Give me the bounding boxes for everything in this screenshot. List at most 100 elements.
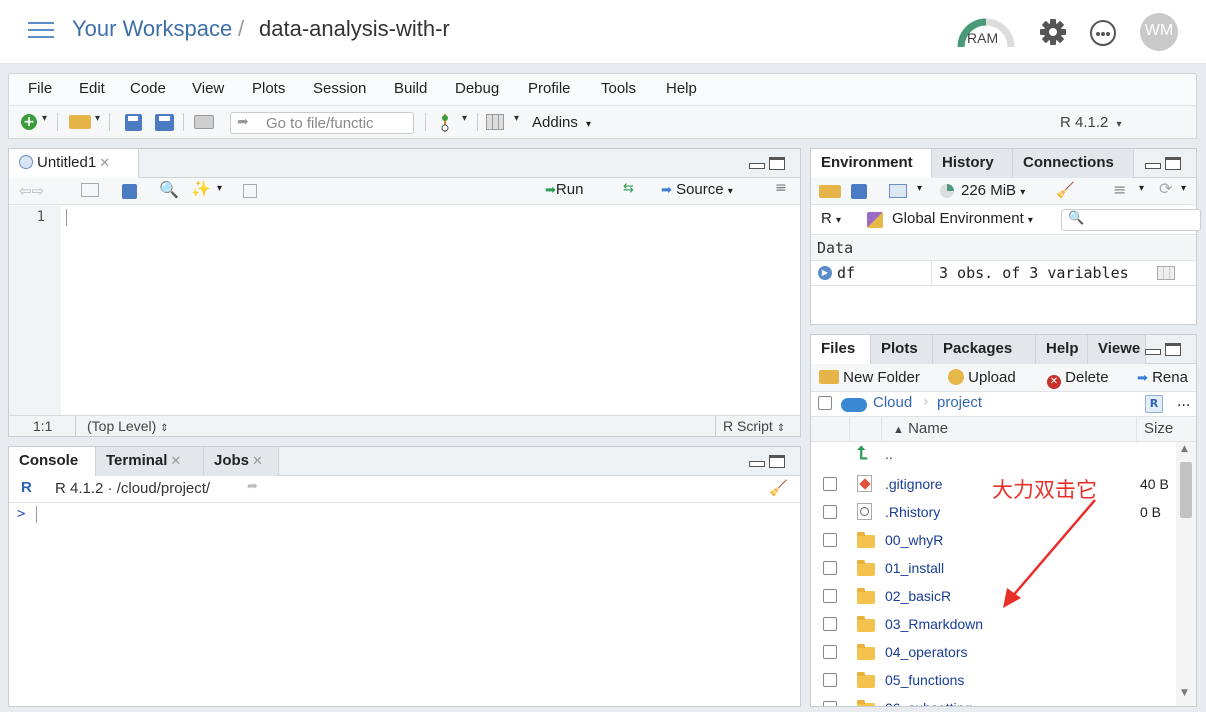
file-checkbox[interactable]	[823, 533, 837, 547]
load-workspace-icon[interactable]	[819, 185, 841, 198]
file-checkbox[interactable]	[823, 589, 837, 603]
tab-plots[interactable]: Plots	[871, 335, 933, 364]
scroll-up-icon[interactable]: ▲	[1181, 444, 1188, 454]
file-row[interactable]: 06_subsetting	[811, 694, 1176, 706]
addins-menu[interactable]: Addins ▾	[532, 114, 591, 131]
code-area[interactable]	[61, 206, 800, 416]
menu-help[interactable]: Help	[666, 80, 697, 97]
console-minmax-icon[interactable]	[749, 455, 785, 469]
close-tab-icon[interactable]: ✕	[170, 453, 181, 468]
tab-viewer[interactable]: Viewe	[1088, 335, 1146, 364]
environment-selector[interactable]: Global Environment ▾	[892, 210, 1033, 227]
menu-debug[interactable]: Debug	[455, 80, 499, 97]
git-dropdown-icon[interactable]: ▾	[462, 113, 467, 124]
tab-console[interactable]: Console	[9, 447, 96, 477]
file-name[interactable]: 04_operators	[885, 644, 968, 660]
run-button[interactable]: ➡Run	[545, 181, 583, 198]
file-name[interactable]: 00_whyR	[885, 532, 943, 548]
goto-file-input[interactable]: ➦ Go to file/functic	[230, 112, 414, 134]
file-type-selector[interactable]: R Script ⇕	[723, 418, 785, 434]
more-options-icon[interactable]	[1090, 20, 1116, 46]
new-folder-button[interactable]: New Folder	[819, 369, 920, 386]
refresh-dropdown-icon[interactable]: ▾	[1181, 183, 1186, 194]
outline-icon[interactable]	[243, 184, 257, 198]
memory-usage[interactable]: 226 MiB ▾	[961, 182, 1025, 199]
file-name[interactable]: 05_functions	[885, 672, 964, 688]
env-variable-row[interactable]: ▶ df 3 obs. of 3 variables	[811, 261, 1196, 286]
close-tab-icon[interactable]: ✕	[252, 453, 263, 468]
menu-tools[interactable]: Tools	[601, 80, 636, 97]
files-minmax-icon[interactable]	[1145, 343, 1181, 357]
expand-variable-icon[interactable]: ▶	[818, 266, 832, 280]
file-name[interactable]: .Rhistory	[885, 504, 940, 520]
menu-session[interactable]: Session	[313, 80, 366, 97]
scope-selector[interactable]: (Top Level) ⇕	[87, 418, 169, 434]
user-avatar[interactable]: WM	[1140, 13, 1178, 51]
menu-view[interactable]: View	[192, 80, 224, 97]
broom-clear-icon[interactable]: 🧹	[1056, 181, 1075, 199]
r-version-menu[interactable]: R 4.1.2 ▾	[1060, 114, 1122, 131]
file-checkbox[interactable]	[823, 645, 837, 659]
new-file-dropdown-icon[interactable]: ▾	[42, 113, 47, 124]
file-checkbox[interactable]	[823, 561, 837, 575]
grid-dropdown-icon[interactable]: ▾	[514, 113, 519, 124]
tab-files[interactable]: Files	[811, 335, 871, 365]
breadcrumb-cloud[interactable]: Cloud	[873, 394, 912, 411]
console-output[interactable]: >	[9, 504, 800, 706]
language-selector[interactable]: R ▾	[821, 210, 841, 227]
find-icon[interactable]: 🔍	[159, 180, 179, 199]
scroll-down-icon[interactable]: ▼	[1181, 688, 1188, 698]
files-scrollbar[interactable]: ▲ ▼	[1176, 442, 1196, 706]
file-name[interactable]: 02_basicR	[885, 588, 951, 604]
file-checkbox[interactable]	[823, 505, 837, 519]
file-checkbox[interactable]	[823, 701, 837, 706]
view-data-table-icon[interactable]	[1157, 266, 1175, 280]
menu-build[interactable]: Build	[394, 80, 427, 97]
save-all-icon[interactable]	[155, 114, 174, 131]
menu-edit[interactable]: Edit	[79, 80, 105, 97]
hamburger-menu-icon[interactable]	[28, 22, 54, 40]
scroll-thumb[interactable]	[1180, 462, 1192, 518]
show-in-window-icon[interactable]	[81, 183, 99, 197]
wand-dropdown-icon[interactable]: ▾	[217, 183, 222, 194]
tab-untitled1[interactable]: Untitled1 ✕	[9, 149, 139, 179]
workspace-link[interactable]: Your Workspace	[72, 16, 232, 42]
list-view-icon[interactable]: ≡	[1113, 180, 1126, 199]
file-row[interactable]: 03_Rmarkdown	[811, 610, 1176, 638]
tab-environment[interactable]: Environment	[811, 149, 932, 179]
menu-file[interactable]: File	[28, 80, 52, 97]
print-icon[interactable]	[194, 115, 214, 129]
file-checkbox[interactable]	[823, 673, 837, 687]
menu-profile[interactable]: Profile	[528, 80, 571, 97]
clear-console-icon[interactable]: 🧹	[769, 479, 788, 497]
menu-plots[interactable]: Plots	[252, 80, 285, 97]
editor-save-icon[interactable]	[122, 184, 137, 199]
tab-help[interactable]: Help	[1036, 335, 1088, 364]
editor-lines-icon[interactable]: ≡	[775, 180, 787, 196]
close-tab-icon[interactable]: ✕	[99, 155, 110, 170]
file-name[interactable]: ..	[885, 446, 893, 462]
file-row[interactable]: 01_install	[811, 554, 1176, 582]
save-icon[interactable]	[125, 114, 142, 131]
settings-gear-icon[interactable]	[1039, 18, 1067, 46]
new-file-icon[interactable]: +	[21, 114, 37, 130]
file-row[interactable]: 05_functions	[811, 666, 1176, 694]
tab-connections[interactable]: Connections	[1013, 149, 1134, 178]
source-button[interactable]: ➡ Source ▾	[661, 181, 733, 198]
view-dropdown-icon[interactable]: ▾	[1139, 183, 1144, 194]
file-row[interactable]: 00_whyR	[811, 526, 1176, 554]
grid-layout-icon[interactable]	[486, 114, 504, 130]
file-name[interactable]: 03_Rmarkdown	[885, 616, 983, 632]
menu-code[interactable]: Code	[130, 80, 166, 97]
upload-button[interactable]: Upload	[948, 369, 1016, 386]
env-minmax-icon[interactable]	[1145, 157, 1181, 171]
env-search-input[interactable]: 🔍	[1061, 209, 1201, 231]
tab-history[interactable]: History	[932, 149, 1013, 178]
delete-button[interactable]: ✕ Delete	[1047, 369, 1109, 389]
tab-terminal[interactable]: Terminal ✕	[96, 447, 204, 476]
file-row[interactable]: 02_basicR	[811, 582, 1176, 610]
back-arrow-icon[interactable]: ⇦⇨	[19, 182, 44, 200]
tab-jobs[interactable]: Jobs ✕	[204, 447, 279, 476]
name-column-header[interactable]: ▲ Name	[893, 420, 948, 437]
rerun-icon[interactable]: ⇆	[623, 181, 634, 196]
